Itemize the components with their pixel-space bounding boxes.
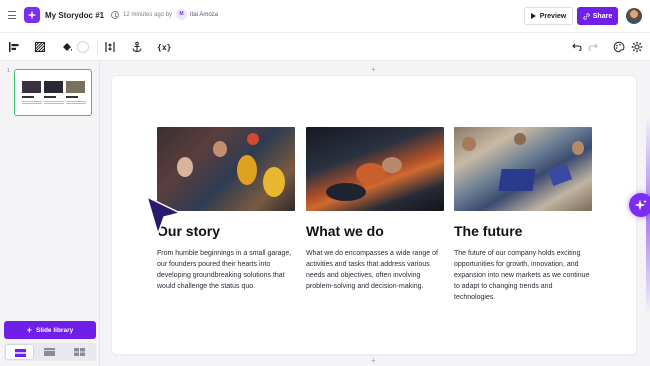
last-saved-text: 12 minutes ago by [123,12,173,18]
app-logo-icon[interactable] [24,7,40,23]
slide-canvas[interactable]: Our story From humble beginnings in a sm… [112,76,636,354]
top-bar: My Storydoc #1 12 minutes ago by M Itai … [0,0,650,33]
undo-icon[interactable] [571,41,583,53]
slide-library-button[interactable]: + Slide library [4,321,96,339]
add-slide-below-icon[interactable]: + [371,356,376,365]
user-avatar[interactable] [626,8,642,24]
editor-toolbar: {x} [0,33,650,61]
thumbnail-image [66,81,85,93]
redo-icon[interactable] [587,41,599,53]
rows-layout-icon [15,349,26,357]
thumbnail-heading [22,96,34,98]
author-avatar: M [176,9,187,20]
toolbar-divider [97,40,98,54]
link-icon [583,12,590,20]
thumbnail-text-line [22,101,42,102]
share-button[interactable]: Share [577,7,618,25]
ai-assistant-button[interactable] [629,193,650,217]
column-body-text[interactable]: From humble beginnings in a small garage… [157,248,295,292]
preview-button[interactable]: Preview [524,7,573,25]
grid-view-button[interactable] [65,344,94,360]
slide-number: 1 [7,68,10,74]
align-left-icon[interactable] [8,41,20,53]
share-label: Share [592,12,613,20]
thumbnail-text-line [22,103,42,104]
thumbnail-heading [44,96,56,98]
content-column: The future The future of our company hol… [454,127,592,303]
author-name: Itai Amoza [190,12,219,18]
list-view-button[interactable] [35,344,64,360]
menu-icon[interactable] [8,11,16,19]
theme-palette-icon[interactable] [613,41,625,53]
thumbnail-image [44,81,63,93]
color-swatch[interactable] [77,41,89,53]
document-title[interactable]: My Storydoc #1 [45,11,104,20]
play-icon [530,13,536,19]
single-column-view-button[interactable] [5,344,34,360]
anchor-icon[interactable] [131,41,143,53]
column-heading[interactable]: What we do [306,223,444,239]
thumbnail-text-line [66,103,86,104]
add-slide-above-icon[interactable]: + [371,65,376,74]
clock-icon [111,11,119,19]
pattern-icon[interactable] [34,41,46,53]
spacing-icon[interactable] [104,41,116,53]
thumbnail-image [22,81,41,93]
content-column: What we do What we do encompasses a wide… [306,127,444,292]
office-laptops-image[interactable] [454,127,592,211]
layout-view-switch [4,343,96,361]
plus-icon: + [26,324,33,335]
slide-thumbnail[interactable] [14,69,92,116]
list-layout-icon [44,348,55,356]
sparkle-icon [634,199,647,211]
slide-library-label: Slide library [36,326,74,334]
thumbnail-text-line [44,103,64,104]
thumbnail-heading [66,96,78,98]
fill-color-icon[interactable] [61,41,73,53]
column-body-text[interactable]: The future of our company holds exciting… [454,248,592,303]
preview-label: Preview [539,12,567,20]
variables-icon[interactable]: {x} [157,43,171,52]
thumbnail-text-line [66,101,86,102]
grid-layout-icon [74,348,85,356]
column-heading[interactable]: The future [454,223,592,239]
hands-image[interactable] [306,127,444,211]
column-body-text[interactable]: What we do encompasses a wide range of a… [306,248,444,292]
settings-gear-icon[interactable] [631,41,643,53]
thumbnail-text-line [44,101,64,102]
cursor-icon [146,196,181,235]
